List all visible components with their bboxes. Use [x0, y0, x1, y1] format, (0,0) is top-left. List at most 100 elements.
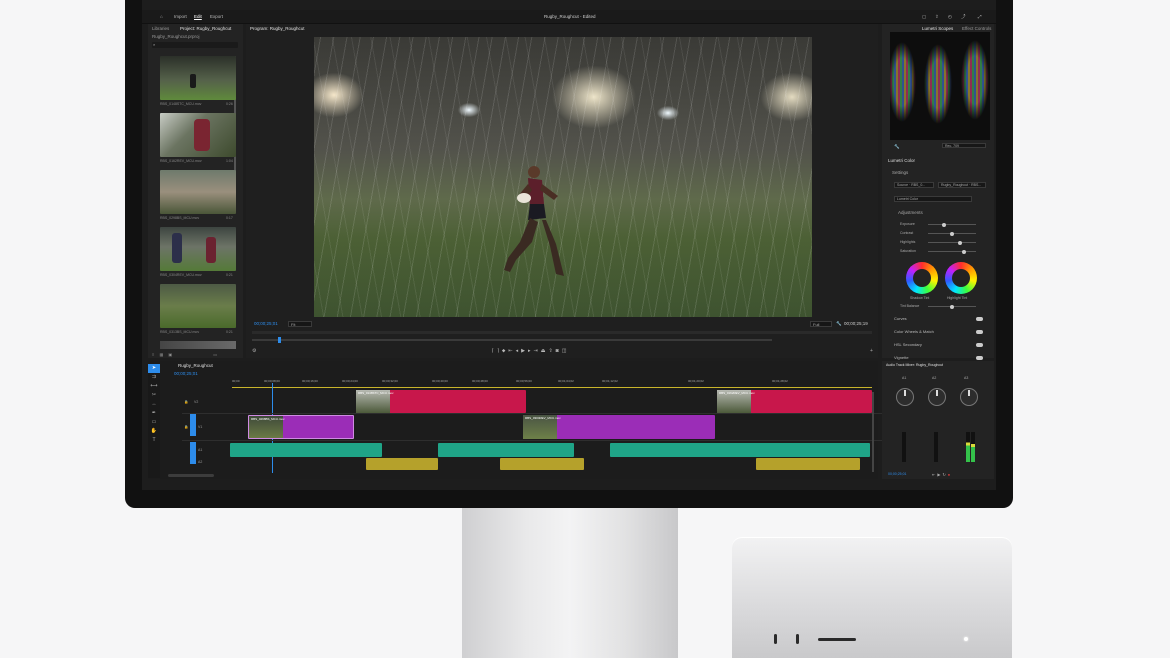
- timeline-audio-clip-a1[interactable]: [230, 443, 382, 457]
- track-target-v1[interactable]: [190, 414, 196, 436]
- record-icon[interactable]: ●: [948, 472, 952, 477]
- highlight-tint-color-wheel[interactable]: [945, 262, 977, 294]
- highlights-slider[interactable]: [928, 240, 976, 245]
- timeline-audio-clip-a1[interactable]: [438, 443, 574, 457]
- mixer-timecode[interactable]: 00;00;25;01: [888, 472, 907, 476]
- lock-icon[interactable]: 🔒: [184, 400, 188, 404]
- timeline-ruler[interactable]: 00;00 00;00;08;00 00;00;16;00 00;00;24;0…: [232, 379, 872, 387]
- scope-color-space-select[interactable]: Rec. 709: [942, 143, 986, 148]
- timeline-audio-clip-a1[interactable]: [610, 443, 870, 457]
- timeline-clip-v2[interactable]: RBS_0162REV_MCU.mov: [717, 390, 872, 413]
- track-label-v2[interactable]: V2: [194, 400, 198, 404]
- program-current-timecode[interactable]: 00;00;25;01: [254, 321, 278, 326]
- saturation-slider[interactable]: [928, 249, 976, 254]
- shadow-tint-color-wheel[interactable]: [906, 262, 938, 294]
- hsl-secondary-section-header[interactable]: HSL Secondary: [894, 342, 922, 347]
- settings-icon[interactable]: ⚙: [252, 348, 256, 354]
- comparison-view-icon[interactable]: ◫: [562, 348, 570, 354]
- hand-tool-icon[interactable]: ✋: [148, 427, 160, 436]
- vignette-section-header[interactable]: Vignette: [894, 355, 909, 360]
- workspace-icon[interactable]: ▢: [922, 14, 926, 20]
- program-time-ruler[interactable]: [252, 331, 872, 334]
- tab-program[interactable]: Program: Rugby_Roughcut: [250, 26, 305, 31]
- track-select-tool-icon[interactable]: ⇉: [148, 373, 160, 382]
- clip-thumbnail[interactable]: [160, 341, 236, 349]
- lumetri-preset-select[interactable]: Lumetri Color: [894, 196, 972, 202]
- timeline-audio-clip-a2[interactable]: [366, 458, 438, 470]
- timeline-clip-v1[interactable]: RBS_0298BS_MCU.mov: [248, 415, 354, 439]
- new-item-icon[interactable]: ▣: [168, 352, 172, 357]
- extract-icon[interactable]: ⇧: [548, 348, 555, 354]
- vignette-toggle[interactable]: [976, 356, 983, 360]
- playback-resolution-select[interactable]: Full: [810, 321, 832, 327]
- clip-thumbnail[interactable]: [160, 284, 236, 328]
- scope-settings-icon[interactable]: 🔧: [894, 144, 900, 150]
- ripple-edit-tool-icon[interactable]: ⟷: [148, 382, 160, 391]
- wrench-icon[interactable]: 🔧: [836, 321, 842, 327]
- lock-icon[interactable]: 🔒: [184, 425, 188, 429]
- selection-tool-icon[interactable]: ➤: [148, 364, 160, 373]
- exposure-slider[interactable]: [928, 222, 976, 227]
- work-area-bar[interactable]: [232, 387, 872, 388]
- clip-thumbnail[interactable]: [160, 227, 236, 271]
- curves-toggle[interactable]: [976, 317, 983, 321]
- pan-knob-a3[interactable]: [960, 388, 978, 406]
- timeline-vertical-scrollbar[interactable]: [872, 392, 874, 472]
- lumetri-settings-label[interactable]: Settings: [892, 170, 908, 175]
- pan-knob-a2[interactable]: [928, 388, 946, 406]
- zoom-level-select[interactable]: Fit: [288, 321, 312, 327]
- lumetri-target-select[interactable]: Rugby_Roughcut · RBS...: [938, 182, 986, 188]
- tint-balance-slider[interactable]: [928, 304, 976, 309]
- playhead-marker[interactable]: [278, 337, 281, 343]
- edit-tab[interactable]: Edit: [194, 14, 202, 19]
- home-icon[interactable]: ⌂: [160, 14, 163, 19]
- progress-icon[interactable]: ◴: [948, 14, 952, 20]
- export-tab[interactable]: Export: [210, 14, 223, 19]
- slip-tool-icon[interactable]: ↔: [148, 400, 160, 409]
- adjustments-section-header[interactable]: Adjustments: [898, 210, 923, 215]
- curves-section-header[interactable]: Curves: [894, 316, 907, 321]
- timeline-timecode[interactable]: 00;00;25;01: [174, 371, 198, 376]
- clip-thumbnail[interactable]: [160, 170, 236, 214]
- timeline-audio-clip-a2[interactable]: [500, 458, 584, 470]
- razor-tool-icon[interactable]: ✂: [148, 391, 160, 400]
- quick-export-icon[interactable]: ⇪: [935, 14, 939, 20]
- pan-knob-a1[interactable]: [896, 388, 914, 406]
- go-to-in-icon[interactable]: ⇤: [508, 348, 515, 354]
- timeline-clip-v2[interactable]: RBS_0148STC_MCU.mov: [356, 390, 526, 413]
- tab-timeline[interactable]: Rugby_Roughcut: [178, 363, 213, 368]
- project-search-input[interactable]: ⌕: [152, 42, 238, 48]
- contrast-slider[interactable]: [928, 231, 976, 236]
- program-video-frame[interactable]: [314, 37, 812, 317]
- hsl-secondary-toggle[interactable]: [976, 343, 983, 347]
- icon-view-icon[interactable]: ▦: [159, 352, 163, 357]
- timeline-clip-v1[interactable]: RBS_0304REV_MCU.mov: [523, 415, 715, 439]
- color-wheels-section-header[interactable]: Color Wheels & Match: [894, 329, 934, 334]
- type-tool-icon[interactable]: T: [148, 436, 160, 445]
- list-view-icon[interactable]: ≡: [152, 352, 154, 357]
- audio-mixer-title[interactable]: Audio Track Mixer: Rugby_Roughcut: [886, 363, 943, 367]
- timeline-audio-clip-a2[interactable]: [756, 458, 860, 470]
- rectangle-tool-icon[interactable]: ▭: [148, 418, 160, 427]
- program-scrubber[interactable]: [252, 337, 772, 343]
- track-label-a1[interactable]: A1: [198, 448, 202, 452]
- go-to-out-icon[interactable]: ⇥: [534, 348, 541, 354]
- tab-libraries[interactable]: Libraries: [152, 26, 169, 31]
- import-tab[interactable]: Import: [174, 14, 187, 19]
- timeline-zoom-scrollbar[interactable]: [168, 474, 214, 477]
- clip-thumbnail[interactable]: [160, 56, 236, 100]
- clip-thumbnail[interactable]: [160, 113, 236, 157]
- lumetri-source-select[interactable]: Source · RBS_0...: [894, 182, 934, 188]
- play-icon[interactable]: ▶: [521, 348, 528, 354]
- track-label-a2[interactable]: A2: [198, 460, 202, 464]
- tab-effect-controls[interactable]: Effect Controls: [962, 26, 991, 31]
- color-wheels-toggle[interactable]: [976, 330, 983, 334]
- share-icon[interactable]: ⤴: [961, 14, 966, 20]
- track-target-a1[interactable]: [190, 442, 196, 464]
- add-button-icon[interactable]: +: [870, 348, 873, 354]
- fullscreen-icon[interactable]: ⤢: [978, 14, 982, 19]
- pen-tool-icon[interactable]: ✒: [148, 409, 160, 418]
- new-bin-icon[interactable]: ▭: [213, 352, 217, 357]
- tab-lumetri-scopes[interactable]: Lumetri Scopes: [922, 26, 953, 31]
- tab-project[interactable]: Project: Rugby_Roughcut: [180, 26, 231, 31]
